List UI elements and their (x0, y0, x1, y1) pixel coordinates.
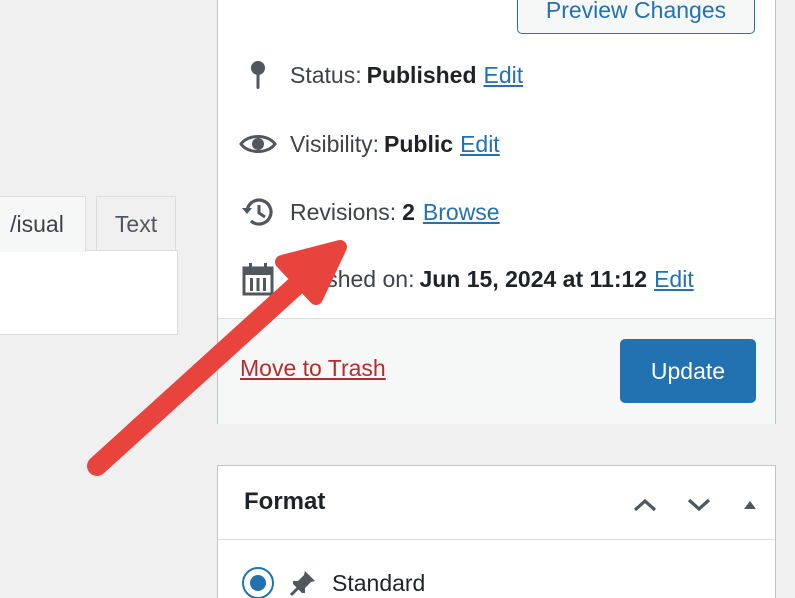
status-label: Status: (290, 61, 362, 88)
chevron-up-icon (633, 498, 657, 512)
visibility-value: Public (384, 130, 454, 157)
browse-revisions-link[interactable]: Browse (423, 199, 500, 226)
tab-visual-label: /isual (10, 210, 64, 237)
move-down-button[interactable] (682, 488, 716, 522)
visibility-row: Visibility: Public Edit (238, 127, 500, 161)
revisions-row: Revisions: 2 Browse (238, 195, 500, 229)
pin-icon (238, 58, 278, 92)
published-on-value: Jun 15, 2024 at 11:12 (419, 265, 648, 292)
status-value: Published (366, 61, 477, 88)
visibility-label: Visibility: (290, 130, 380, 157)
status-row: Status: Published Edit (238, 58, 523, 92)
calendar-icon (238, 262, 278, 296)
preview-changes-button[interactable]: Preview Changes (517, 0, 755, 34)
format-box: Format Standard (217, 465, 776, 598)
revisions-label: Revisions: (290, 198, 397, 225)
edit-visibility-link[interactable]: Edit (460, 131, 500, 158)
tab-visual[interactable]: /isual (0, 196, 86, 252)
toggle-panel-button[interactable] (733, 488, 767, 522)
pushpin-icon (288, 568, 318, 598)
published-on-row: lished on: Jun 15, 2024 at 11:12 Edit (238, 262, 694, 296)
update-button[interactable]: Update (620, 339, 756, 403)
format-radio-standard[interactable] (242, 567, 274, 598)
chevron-down-icon (687, 498, 711, 512)
format-option-standard[interactable]: Standard (242, 566, 425, 598)
publish-box: Preview Changes Status: Published Edit V… (217, 0, 776, 424)
editor-area: /isual Text (0, 0, 178, 598)
revisions-count: 2 (402, 198, 415, 225)
tab-text-label: Text (114, 210, 158, 237)
move-up-button[interactable] (628, 488, 662, 522)
edit-date-link[interactable]: Edit (654, 266, 694, 293)
triangle-up-icon (744, 501, 756, 509)
editor-tabs: /isual Text (0, 196, 178, 252)
format-box-header: Format (218, 466, 775, 540)
editor-content-area[interactable] (0, 250, 178, 335)
update-label: Update (650, 357, 726, 384)
major-publishing-actions: Move to Trash Update (218, 318, 775, 424)
edit-status-link[interactable]: Edit (484, 62, 524, 89)
format-box-title: Format (244, 488, 326, 515)
eye-icon (238, 127, 278, 161)
published-on-label: lished on: (316, 265, 415, 292)
format-option-label: Standard (332, 569, 426, 596)
tab-text[interactable]: Text (96, 196, 176, 251)
preview-changes-label: Preview Changes (545, 0, 727, 23)
move-to-trash-link[interactable]: Move to Trash (240, 355, 386, 382)
history-icon (238, 195, 278, 229)
